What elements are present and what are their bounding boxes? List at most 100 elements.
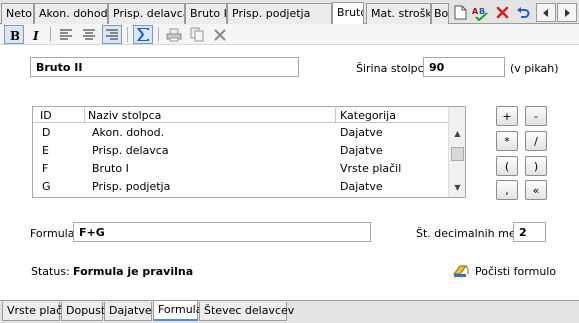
column-list[interactable]: ID Naziv stolpca Kategorija D Akon. doho… bbox=[32, 106, 466, 198]
clear-formula-button[interactable]: Počisti formulo bbox=[452, 261, 556, 281]
eraser-icon bbox=[453, 265, 469, 277]
svg-text:B: B bbox=[10, 29, 19, 41]
sum-button[interactable] bbox=[133, 25, 153, 44]
header-divider bbox=[335, 108, 336, 122]
tab-prisp-podjetja[interactable]: Prisp. podjetja bbox=[227, 3, 332, 24]
toolbar-separator bbox=[50, 27, 51, 42]
bold-button[interactable]: B bbox=[4, 25, 24, 44]
row-id: D bbox=[42, 126, 51, 139]
tab-bruto-i[interactable]: Bruto I bbox=[185, 3, 227, 24]
tab-dajatve[interactable]: Dajatve bbox=[104, 302, 152, 321]
rename-column-button[interactable]: AB bbox=[471, 3, 491, 22]
bold-icon: B bbox=[10, 29, 19, 41]
header-divider bbox=[84, 108, 85, 122]
print-icon bbox=[166, 28, 182, 41]
list-item[interactable]: F Bruto I Vrste plačil bbox=[33, 160, 449, 178]
tab-dopust[interactable]: Dopust bbox=[61, 302, 105, 321]
clear-button[interactable] bbox=[210, 25, 230, 44]
column-width-unit: (v pikah) bbox=[510, 62, 559, 75]
toolbar-separator bbox=[158, 27, 159, 42]
new-column-button[interactable] bbox=[450, 3, 470, 22]
svg-text:I: I bbox=[32, 29, 39, 41]
row-id: F bbox=[42, 162, 49, 175]
toolbar-separator bbox=[127, 27, 128, 42]
status-label: Status: bbox=[31, 265, 70, 278]
decimals-input[interactable]: 2 bbox=[513, 222, 546, 242]
spellcheck-icon: AB bbox=[472, 7, 488, 21]
tab-formula[interactable]: Formula bbox=[153, 301, 202, 321]
column-name-input[interactable]: Bruto II bbox=[30, 57, 299, 77]
row-name: Prisp. delavca bbox=[92, 144, 169, 157]
scroll-tabs-right-button[interactable] bbox=[557, 3, 577, 22]
copy-icon bbox=[190, 27, 203, 42]
multiply-button[interactable]: * bbox=[496, 131, 518, 151]
close-paren-button[interactable]: ) bbox=[525, 156, 547, 176]
header-id[interactable]: ID bbox=[40, 109, 52, 122]
tab-bo[interactable]: Bo bbox=[431, 3, 449, 24]
header-category[interactable]: Kategorija bbox=[340, 109, 396, 122]
row-name: Prisp. podjetja bbox=[92, 180, 171, 193]
undo-icon bbox=[517, 6, 530, 18]
plus-button[interactable]: + bbox=[496, 106, 518, 126]
italic-icon: I bbox=[32, 29, 39, 41]
align-center-icon bbox=[83, 29, 95, 40]
align-left-button[interactable] bbox=[56, 25, 76, 44]
row-name: Akon. dohod. bbox=[92, 126, 165, 139]
list-item[interactable]: G Prisp. podjetja Dajatve bbox=[33, 178, 449, 196]
formula-input[interactable]: F+G bbox=[73, 222, 371, 242]
column-list-header: ID Naziv stolpca Kategorija bbox=[33, 107, 449, 123]
undo-button[interactable] bbox=[513, 3, 533, 22]
delete-icon bbox=[496, 6, 508, 19]
tab-stevec-delavcev[interactable]: Števec delavcev bbox=[199, 302, 294, 321]
section-tab-strip: Vrste plačil Dopust Dajatve Formula Štev… bbox=[0, 300, 579, 323]
status-value: Formula je pravilna bbox=[73, 265, 194, 278]
sigma-icon bbox=[137, 28, 149, 41]
clear-icon bbox=[214, 28, 226, 41]
tab-neto[interactable]: Neto bbox=[1, 3, 34, 24]
chevron-right-icon bbox=[565, 8, 570, 17]
scrollbar-thumb[interactable] bbox=[451, 147, 464, 161]
scroll-down-arrow-icon[interactable]: ▼ bbox=[449, 179, 466, 196]
scroll-up-arrow-icon[interactable]: ▲ bbox=[449, 125, 466, 142]
align-right-button[interactable] bbox=[102, 25, 122, 44]
comma-button[interactable]: , bbox=[496, 180, 518, 200]
row-category: Dajatve bbox=[340, 144, 383, 157]
align-left-icon bbox=[60, 29, 72, 40]
format-toolbar: B I bbox=[0, 24, 579, 45]
tab-prisp-delavca[interactable]: Prisp. delavca bbox=[108, 3, 185, 24]
row-id: E bbox=[42, 144, 49, 157]
header-name[interactable]: Naziv stolpca bbox=[88, 109, 161, 122]
clear-formula-label: Počisti formulo bbox=[475, 265, 557, 278]
tab-vrste-placil[interactable]: Vrste plačil bbox=[2, 302, 68, 321]
open-paren-button[interactable]: ( bbox=[496, 156, 518, 176]
delete-column-button[interactable] bbox=[492, 3, 512, 22]
close-tab-button[interactable] bbox=[346, 3, 364, 22]
row-name: Bruto I bbox=[92, 162, 129, 175]
svg-text:A: A bbox=[472, 7, 479, 16]
row-category: Vrste plačil bbox=[340, 162, 402, 175]
print-button[interactable] bbox=[164, 25, 184, 44]
new-document-icon bbox=[454, 5, 466, 20]
list-item[interactable]: E Prisp. delavca Dajatve bbox=[33, 142, 449, 160]
align-right-icon bbox=[106, 29, 118, 40]
minus-button[interactable]: - bbox=[525, 106, 547, 126]
scroll-tabs-left-button[interactable] bbox=[536, 3, 556, 22]
row-category: Dajatve bbox=[340, 126, 383, 139]
divide-button[interactable]: / bbox=[525, 131, 547, 151]
row-id: G bbox=[42, 180, 51, 193]
column-width-input[interactable]: 90 bbox=[423, 57, 505, 77]
formula-label: Formula bbox=[30, 227, 75, 240]
list-scrollbar[interactable]: ▲ ▼ bbox=[448, 107, 465, 197]
list-item[interactable]: D Akon. dohod. Dajatve bbox=[33, 124, 449, 142]
row-category: Dajatve bbox=[340, 180, 383, 193]
copy-button[interactable] bbox=[187, 25, 207, 44]
tab-mat-stroski[interactable]: Mat. stroški bbox=[366, 3, 431, 24]
align-center-button[interactable] bbox=[79, 25, 99, 44]
italic-button[interactable]: I bbox=[26, 25, 46, 44]
backspace-button[interactable]: « bbox=[525, 180, 547, 200]
decimals-label: Št. decimalnih mest bbox=[416, 227, 526, 240]
column-tab-strip: Neto Akon. dohod. Prisp. delavca Bruto I… bbox=[0, 0, 579, 25]
chevron-left-icon bbox=[543, 8, 548, 17]
column-width-label: Širina stolpca bbox=[356, 62, 431, 75]
tab-akon-dohod[interactable]: Akon. dohod. bbox=[34, 3, 108, 24]
